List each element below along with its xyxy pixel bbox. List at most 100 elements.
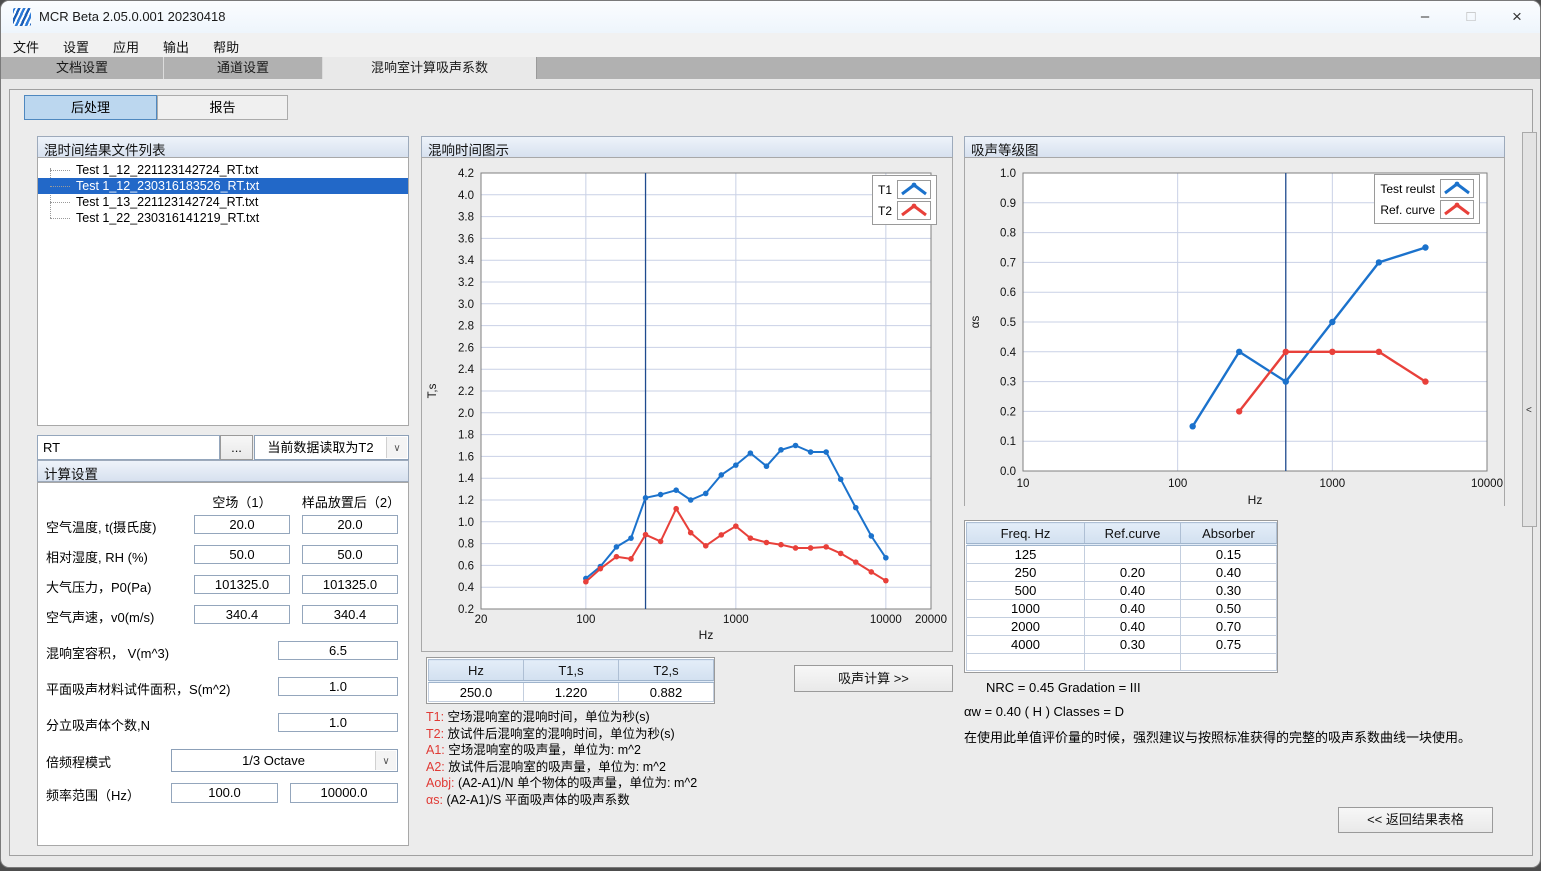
tab-0[interactable]: 文档设置 (1, 57, 164, 79)
legend-note-key: T2: (426, 727, 448, 741)
menu-item-4[interactable]: 帮助 (201, 33, 251, 57)
calc-input-1-2[interactable]: 50.0 (302, 545, 398, 564)
legend-label: Ref. curve (1380, 203, 1435, 217)
file-name: Test 1_22_230316141219_RT.txt (76, 211, 259, 225)
calc-input-0-1[interactable]: 20.0 (194, 515, 290, 534)
aw-result: αw = 0.40 ( H ) Classes = D (964, 704, 1124, 719)
rt-chart[interactable]: 0.20.40.60.81.01.21.41.61.82.02.22.42.62… (422, 159, 952, 651)
rt-name-input[interactable]: RT (37, 435, 220, 460)
freq-max-input[interactable]: 10000.0 (290, 783, 398, 803)
table-cell: 1000 (967, 600, 1085, 618)
tab-postprocess[interactable]: 后处理 (24, 95, 157, 120)
file-item[interactable]: Test 1_12_230316183526_RT.txt (38, 178, 408, 194)
svg-text:1.8: 1.8 (458, 430, 474, 442)
calc-single-label-2: 分立吸声体个数,N (46, 715, 150, 734)
tree-branch (50, 170, 70, 171)
svg-text:100: 100 (1168, 478, 1187, 490)
browse-button[interactable]: ... (220, 435, 253, 460)
svg-text:0.6: 0.6 (458, 560, 474, 572)
file-name: Test 1_12_230316183526_RT.txt (76, 179, 259, 193)
back-to-results-button[interactable]: << 返回结果表格 (1338, 807, 1493, 833)
svg-text:2.0: 2.0 (458, 408, 474, 420)
svg-text:0.0: 0.0 (1000, 466, 1016, 478)
table-cell: 4000 (967, 636, 1085, 654)
file-item[interactable]: Test 1_13_221123142724_RT.txt (38, 194, 408, 210)
menu-item-2[interactable]: 应用 (101, 33, 151, 57)
tree-branch (50, 202, 70, 203)
column-header: Absorber (1181, 523, 1277, 545)
legend-note-key: A1: (426, 743, 448, 757)
absorb-calc-button[interactable]: 吸声计算 >> (794, 665, 953, 692)
octave-mode-combo[interactable]: 1/3 Octave ∨ (171, 749, 398, 772)
menu-bar: 文件设置应用输出帮助 (1, 33, 1540, 57)
svg-text:4.2: 4.2 (458, 168, 474, 180)
menu-item-1[interactable]: 设置 (51, 33, 101, 57)
calc-single-input-2[interactable]: 1.0 (278, 713, 398, 732)
chart-legend: Test reulstRef. curve (1374, 174, 1480, 224)
file-list: Test 1_12_221123142724_RT.txt Test 1_12_2… (38, 158, 408, 425)
tree-branch (50, 186, 70, 187)
table-row: 1250.15 (967, 545, 1277, 564)
file-item[interactable]: Test 1_22_230316141219_RT.txt (38, 210, 408, 226)
svg-text:4.0: 4.0 (458, 190, 474, 202)
grade-table: Freq. HzRef.curveAbsorber1250.152500.200… (964, 520, 1278, 673)
file-item[interactable]: Test 1_12_221123142724_RT.txt (38, 162, 408, 178)
legend-note-line: T2: 放试件后混响室的混响时间，单位为秒(s) (426, 726, 697, 743)
calc-input-3-2[interactable]: 340.4 (302, 605, 398, 624)
svg-text:10: 10 (1017, 478, 1030, 490)
table-row: 40000.300.75 (967, 636, 1277, 654)
legend-note-desc: 放试件后混响室的混响时间，单位为秒(s) (448, 727, 675, 741)
svg-text:3.8: 3.8 (458, 212, 474, 224)
table-cell: 0.15 (1181, 545, 1277, 564)
tab-report[interactable]: 报告 (157, 95, 288, 120)
title-bar: MCR Beta 2.05.0.001 20230418 – □ × (1, 1, 1540, 33)
calc-input-1-1[interactable]: 50.0 (194, 545, 290, 564)
legend-entry: T1 (878, 179, 931, 200)
rt-chart-title: 混响时间图示 (421, 136, 953, 158)
tab-1[interactable]: 通道设置 (164, 57, 323, 79)
calc-input-0-2[interactable]: 20.0 (302, 515, 398, 534)
svg-text:10000: 10000 (1471, 478, 1503, 490)
calc-label-2: 大气压力，P0(Pa) (46, 577, 151, 596)
chevron-down-icon[interactable]: ∨ (386, 437, 407, 458)
column-header: T2,s (619, 660, 714, 682)
legend-note-key: T1: (426, 710, 448, 724)
svg-text:0.7: 0.7 (1000, 257, 1016, 269)
legend-entry: Ref. curve (1380, 199, 1474, 220)
column-header: Freq. Hz (967, 523, 1085, 545)
freq-min-input[interactable]: 100.0 (171, 783, 278, 803)
collapse-arrow-icon: < (1526, 405, 1532, 416)
legend-note-desc: (A2-A1)/N 单个物体的吸声量，单位为: m^2 (458, 776, 697, 790)
svg-text:20000: 20000 (915, 614, 947, 626)
tab-2[interactable]: 混响室计算吸声系数 (323, 57, 537, 79)
calc-single-input-0[interactable]: 6.5 (278, 641, 398, 660)
svg-text:0.2: 0.2 (1000, 406, 1016, 418)
calc-label-0: 空气温度, t(摄氏度) (46, 517, 157, 536)
calc-input-2-1[interactable]: 101325.0 (194, 575, 290, 594)
app-window: MCR Beta 2.05.0.001 20230418 – □ × 文件设置应… (0, 0, 1541, 868)
grade-chart[interactable]: 0.00.10.20.30.40.50.60.70.80.91.01010010… (965, 159, 1504, 506)
chevron-down-icon[interactable]: ∨ (375, 751, 396, 770)
calc-single-input-1[interactable]: 1.0 (278, 677, 398, 696)
table-cell (1181, 654, 1277, 671)
maximize-button[interactable]: □ (1448, 1, 1494, 33)
legend-note-desc: 空场混响室的吸声量，单位为: m^2 (448, 743, 641, 757)
menu-item-0[interactable]: 文件 (1, 33, 51, 57)
data-read-value: 当前数据读取为T2 (255, 436, 386, 459)
legend-note-line: A1: 空场混响室的吸声量，单位为: m^2 (426, 742, 697, 759)
table-cell: 250 (967, 564, 1085, 582)
calc-input-3-1[interactable]: 340.4 (194, 605, 290, 624)
file-name: Test 1_12_221123142724_RT.txt (76, 163, 258, 177)
minimize-button[interactable]: – (1402, 1, 1448, 33)
grade-table-inner: Freq. HzRef.curveAbsorber1250.152500.200… (966, 522, 1277, 671)
calc-single-label-1: 平面吸声材料试件面积，S(m^2) (46, 679, 231, 698)
data-read-combo[interactable]: 当前数据读取为T2 ∨ (254, 435, 409, 460)
menu-item-3[interactable]: 输出 (151, 33, 201, 57)
collapse-panel-handle[interactable]: < (1522, 132, 1537, 527)
close-button[interactable]: × (1494, 1, 1540, 33)
file-name: Test 1_13_221123142724_RT.txt (76, 195, 258, 209)
calc-input-2-2[interactable]: 101325.0 (302, 575, 398, 594)
table-cell: 2000 (967, 618, 1085, 636)
table-row: 5000.400.30 (967, 582, 1277, 600)
app-logo-icon (13, 8, 31, 26)
